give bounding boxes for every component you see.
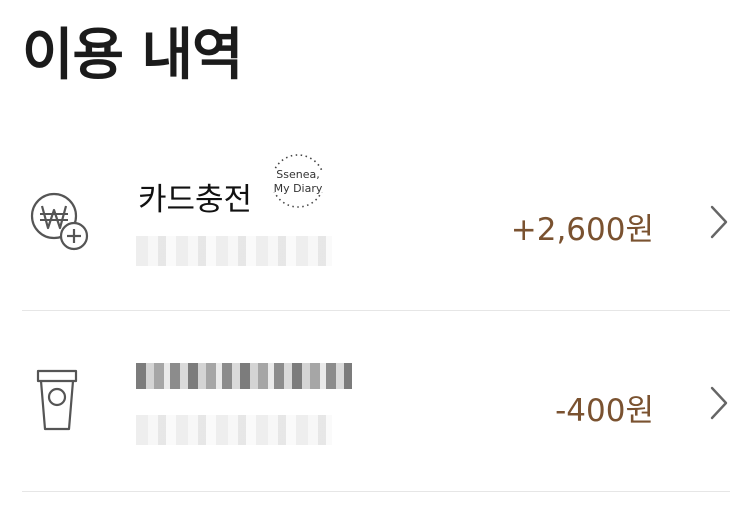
chevron-right-icon[interactable] <box>708 385 730 421</box>
transaction-date-blurred <box>136 415 332 445</box>
page-title: 이용 내역 <box>22 23 244 88</box>
transaction-list: 카드충전 Ssenea, My Diary +2,600원 -400원 <box>0 130 743 492</box>
coffee-cup-icon <box>36 369 78 431</box>
svg-text:Ssenea,: Ssenea, <box>276 168 319 181</box>
transaction-title-blurred <box>136 363 352 389</box>
diary-stamp: Ssenea, My Diary <box>270 154 326 208</box>
transaction-row-purchase[interactable]: -400원 <box>22 311 730 492</box>
chevron-right-icon[interactable] <box>708 204 730 240</box>
transaction-date-blurred <box>136 236 332 266</box>
transaction-amount: +2,600원 <box>510 212 654 248</box>
transaction-title: 카드충전 <box>138 182 253 218</box>
transaction-row-card-charge[interactable]: 카드충전 Ssenea, My Diary +2,600원 <box>22 130 730 311</box>
won-plus-icon <box>30 192 89 251</box>
usage-history-screen: 이용 내역 카드충전 Ssenea, My Diary +2,600원 -400… <box>0 0 743 505</box>
svg-text:My Diary: My Diary <box>274 182 323 195</box>
transaction-amount: -400원 <box>555 393 654 429</box>
